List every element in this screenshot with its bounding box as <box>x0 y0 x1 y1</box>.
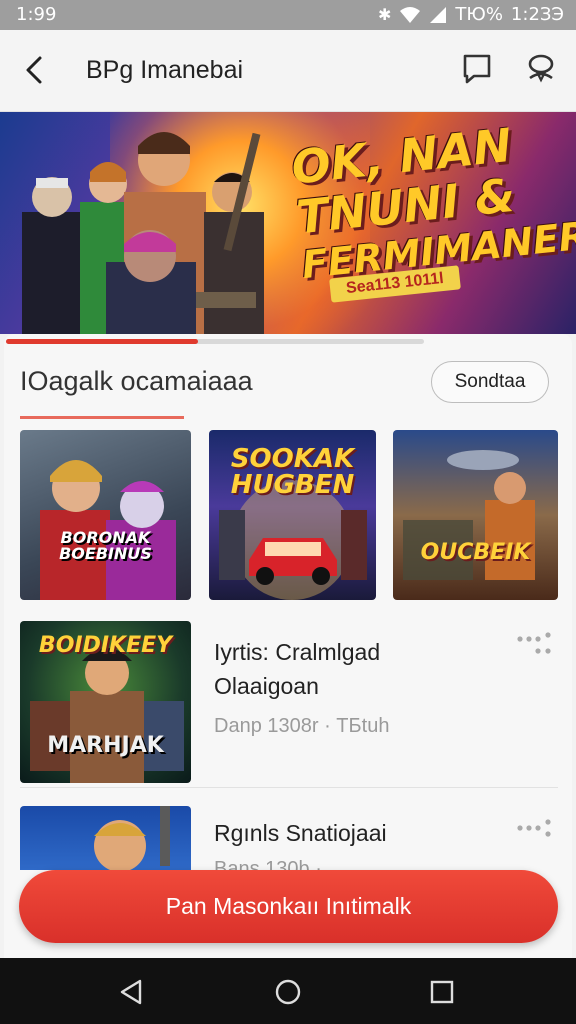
primary-cta-button[interactable]: Pan Masonkaıı Inıtimalk <box>19 870 558 943</box>
list-item-title: Rgınls Snatiojaai <box>214 820 387 846</box>
carousel-progress-fill <box>6 339 199 344</box>
app-bar: BPg Imanebai <box>0 30 576 112</box>
thumbnail-3-art <box>403 450 535 580</box>
hero-characters-art <box>22 132 264 334</box>
list-item-meta: Danp 1308r · ТБtuh <box>214 715 390 737</box>
game-thumbnail-1[interactable]: BORONAK BOEBINUS <box>20 430 191 600</box>
more-options-icon[interactable] <box>514 631 554 659</box>
thumbnail-1-art <box>40 460 176 600</box>
wifi-icon <box>400 6 421 23</box>
game-thumbnail-2[interactable]: SOOKAK HUGBEN <box>209 430 376 600</box>
system-nav-bar <box>0 958 576 1024</box>
list-item-1-art-title: BOIDIKEEY <box>38 633 173 658</box>
section-title: IOagalk ocamaiaaa <box>20 366 253 396</box>
page-title: BPg Imanebai <box>86 56 244 84</box>
list-item-artwork: BOIDIKEEY MARHJAK <box>20 621 191 783</box>
list-item[interactable]: BOIDIKEEY MARHJAK Iyrtis: Cralmlgad Olaa… <box>20 621 558 783</box>
nav-back-icon[interactable] <box>116 976 148 1008</box>
chat-icon[interactable] <box>460 52 494 86</box>
list-item-1-art-subtitle: MARHJAK <box>47 733 164 758</box>
signal-icon <box>430 6 447 23</box>
clock-text: 1:2ЗЭ <box>510 4 564 25</box>
section-title-underline <box>20 416 184 419</box>
list-item-title-line2: Olaaigoan <box>214 673 319 699</box>
thumbnail-2-caption: SOOKAK HUGBEN <box>230 444 355 500</box>
list-item-title: Iyrtis: Cralmlgad Olaaigoan <box>214 635 380 703</box>
nav-recents-icon[interactable] <box>426 976 458 1008</box>
more-options-icon[interactable] <box>514 816 554 844</box>
thumbnail-3-caption: OUCBEIK <box>420 540 531 565</box>
status-bar: 1:99 ✱ ТЮ% 1:2ЗЭ <box>0 0 576 30</box>
list-item-2-art <box>94 806 170 870</box>
status-time: 1:99 <box>16 4 57 25</box>
list-item-meta: Bans 130b · ... <box>214 858 345 870</box>
game-thumbnail-3[interactable]: OUCBEIK <box>393 430 558 600</box>
bluetooth-icon: ✱ <box>377 5 392 24</box>
battery-text: ТЮ% <box>455 4 503 25</box>
list-item-title-line1: Iyrtis: Cralmlgad <box>214 639 381 665</box>
hero-banner[interactable]: OK, NAN TNUNI & FERMIMANER Sea113 1011l <box>0 112 576 334</box>
status-icons: ✱ ТЮ% 1:2ЗЭ <box>378 4 564 25</box>
back-arrow-icon[interactable] <box>18 50 52 90</box>
thumbnail-1-caption: BORONAK BOEBINUS <box>59 528 152 563</box>
hero-headline: OK, NAN TNUNI & FERMIMANER <box>289 118 576 287</box>
profile-icon[interactable] <box>522 50 560 88</box>
carousel-progress <box>6 339 424 344</box>
list-item[interactable]: Rgınls Snatiojaai Bans 130b · ... <box>20 806 558 870</box>
list-divider <box>20 787 558 788</box>
nav-home-icon[interactable] <box>272 976 304 1008</box>
list-item-artwork <box>20 806 191 870</box>
section-see-all-button[interactable]: Sondtaa <box>431 361 549 403</box>
